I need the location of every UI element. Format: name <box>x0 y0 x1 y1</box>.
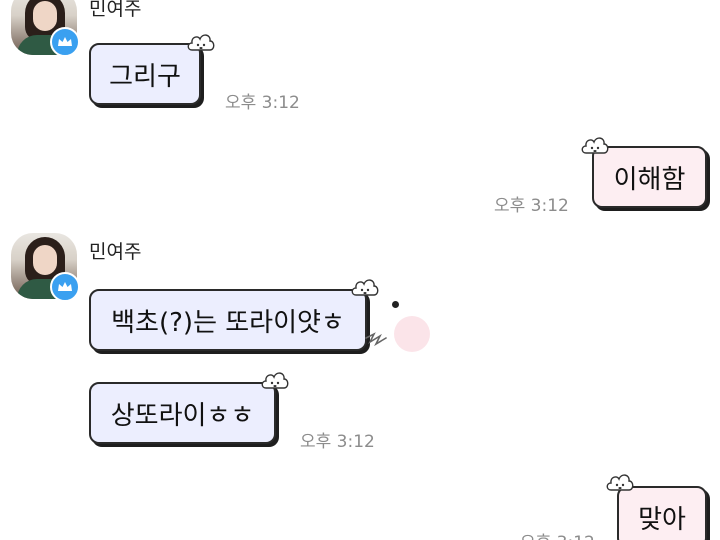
crown-icon <box>50 27 80 57</box>
message-text: 백초(?)는 또라이얏ㅎ <box>111 307 345 338</box>
message-bubble[interactable]: 그리구 <box>89 43 201 105</box>
avatar-face <box>33 1 57 31</box>
message-text: 맞아 <box>638 504 686 535</box>
message-text: 상또라이ㅎㅎ <box>110 400 255 431</box>
doodle-dot <box>392 301 399 308</box>
message-bubble[interactable]: 상또라이ㅎㅎ <box>89 382 276 444</box>
cloud-sticker-icon <box>581 137 609 154</box>
cloud-sticker-icon <box>187 34 215 51</box>
cloud-sticker-icon <box>351 279 379 296</box>
scribble-mark <box>365 332 387 347</box>
cloud-sticker-icon <box>261 372 289 389</box>
message-text: 그리구 <box>109 61 181 92</box>
avatar-face <box>33 245 57 275</box>
crown-icon <box>50 272 80 302</box>
message-text: 이해함 <box>613 164 686 195</box>
timestamp: 오후 3:12 <box>300 432 375 452</box>
chat-log[interactable]: 민여주 그리구 오후 3:12 이해함 오후 3:12 민여주 백초(?)는 또… <box>0 0 720 540</box>
timestamp: 오후 3:12 <box>494 196 569 216</box>
timestamp: 오후 3:12 <box>520 528 595 540</box>
cloud-sticker-icon <box>606 474 634 491</box>
message-bubble[interactable]: 백초(?)는 또라이얏ㅎ <box>89 289 367 351</box>
timestamp: 오후 3:12 <box>225 93 300 113</box>
sender-name: 민여주 <box>89 241 142 263</box>
sender-name: 민여주 <box>89 0 142 20</box>
blush-mark <box>394 316 430 352</box>
